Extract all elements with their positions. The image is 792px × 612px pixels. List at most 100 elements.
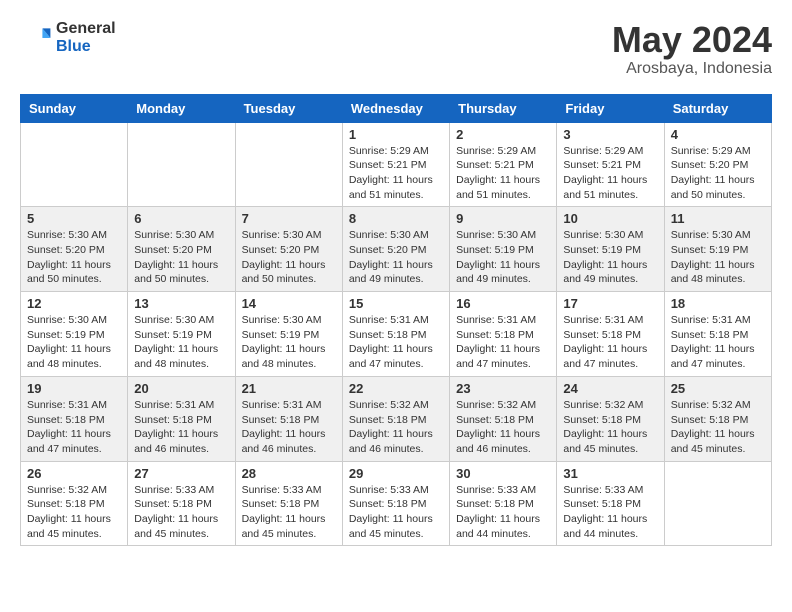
day-info: Sunrise: 5:30 AM Sunset: 5:20 PM Dayligh… — [349, 228, 443, 287]
calendar-cell — [664, 461, 771, 546]
calendar-cell: 15 Sunrise: 5:31 AM Sunset: 5:18 PM Dayl… — [342, 292, 449, 377]
calendar-cell: 22 Sunrise: 5:32 AM Sunset: 5:18 PM Dayl… — [342, 376, 449, 461]
sunset-text: Sunset: 5:18 PM — [27, 413, 121, 428]
day-number: 8 — [349, 211, 443, 226]
sunset-text: Sunset: 5:20 PM — [349, 243, 443, 258]
daylight-text: Daylight: 11 hours and 49 minutes. — [563, 258, 657, 287]
sunrise-text: Sunrise: 5:33 AM — [134, 483, 228, 498]
day-info: Sunrise: 5:31 AM Sunset: 5:18 PM Dayligh… — [27, 398, 121, 457]
daylight-text: Daylight: 11 hours and 50 minutes. — [671, 173, 765, 202]
weekday-header-wednesday: Wednesday — [342, 94, 449, 122]
calendar-cell: 6 Sunrise: 5:30 AM Sunset: 5:20 PM Dayli… — [128, 207, 235, 292]
day-info: Sunrise: 5:32 AM Sunset: 5:18 PM Dayligh… — [27, 483, 121, 542]
day-info: Sunrise: 5:31 AM Sunset: 5:18 PM Dayligh… — [671, 313, 765, 372]
day-info: Sunrise: 5:29 AM Sunset: 5:21 PM Dayligh… — [349, 144, 443, 203]
calendar-cell: 16 Sunrise: 5:31 AM Sunset: 5:18 PM Dayl… — [450, 292, 557, 377]
day-number: 30 — [456, 466, 550, 481]
daylight-text: Daylight: 11 hours and 46 minutes. — [134, 427, 228, 456]
calendar-cell — [21, 122, 128, 207]
sunset-text: Sunset: 5:19 PM — [563, 243, 657, 258]
calendar-cell: 29 Sunrise: 5:33 AM Sunset: 5:18 PM Dayl… — [342, 461, 449, 546]
day-info: Sunrise: 5:31 AM Sunset: 5:18 PM Dayligh… — [134, 398, 228, 457]
calendar-cell: 23 Sunrise: 5:32 AM Sunset: 5:18 PM Dayl… — [450, 376, 557, 461]
day-number: 11 — [671, 211, 765, 226]
day-number: 16 — [456, 296, 550, 311]
week-row-1: 1 Sunrise: 5:29 AM Sunset: 5:21 PM Dayli… — [21, 122, 772, 207]
daylight-text: Daylight: 11 hours and 45 minutes. — [671, 427, 765, 456]
calendar-cell: 9 Sunrise: 5:30 AM Sunset: 5:19 PM Dayli… — [450, 207, 557, 292]
calendar-cell: 19 Sunrise: 5:31 AM Sunset: 5:18 PM Dayl… — [21, 376, 128, 461]
daylight-text: Daylight: 11 hours and 47 minutes. — [349, 342, 443, 371]
day-info: Sunrise: 5:32 AM Sunset: 5:18 PM Dayligh… — [349, 398, 443, 457]
sunrise-text: Sunrise: 5:31 AM — [349, 313, 443, 328]
day-info: Sunrise: 5:30 AM Sunset: 5:19 PM Dayligh… — [27, 313, 121, 372]
calendar-cell — [128, 122, 235, 207]
week-row-2: 5 Sunrise: 5:30 AM Sunset: 5:20 PM Dayli… — [21, 207, 772, 292]
day-info: Sunrise: 5:32 AM Sunset: 5:18 PM Dayligh… — [671, 398, 765, 457]
sunrise-text: Sunrise: 5:30 AM — [456, 228, 550, 243]
sunrise-text: Sunrise: 5:29 AM — [456, 144, 550, 159]
logo: General Blue — [20, 20, 116, 55]
sunrise-text: Sunrise: 5:30 AM — [242, 313, 336, 328]
day-info: Sunrise: 5:31 AM Sunset: 5:18 PM Dayligh… — [242, 398, 336, 457]
sunset-text: Sunset: 5:18 PM — [349, 328, 443, 343]
logo-blue-text: Blue — [56, 38, 116, 56]
daylight-text: Daylight: 11 hours and 45 minutes. — [563, 427, 657, 456]
daylight-text: Daylight: 11 hours and 51 minutes. — [563, 173, 657, 202]
calendar-cell: 26 Sunrise: 5:32 AM Sunset: 5:18 PM Dayl… — [21, 461, 128, 546]
calendar-cell: 7 Sunrise: 5:30 AM Sunset: 5:20 PM Dayli… — [235, 207, 342, 292]
sunrise-text: Sunrise: 5:30 AM — [242, 228, 336, 243]
sunrise-text: Sunrise: 5:29 AM — [349, 144, 443, 159]
day-info: Sunrise: 5:30 AM Sunset: 5:19 PM Dayligh… — [456, 228, 550, 287]
calendar-cell: 25 Sunrise: 5:32 AM Sunset: 5:18 PM Dayl… — [664, 376, 771, 461]
day-number: 4 — [671, 127, 765, 142]
day-number: 28 — [242, 466, 336, 481]
calendar-cell: 27 Sunrise: 5:33 AM Sunset: 5:18 PM Dayl… — [128, 461, 235, 546]
logo-general-text: General — [56, 20, 116, 38]
day-info: Sunrise: 5:32 AM Sunset: 5:18 PM Dayligh… — [456, 398, 550, 457]
sunset-text: Sunset: 5:18 PM — [563, 413, 657, 428]
day-number: 29 — [349, 466, 443, 481]
calendar-cell: 20 Sunrise: 5:31 AM Sunset: 5:18 PM Dayl… — [128, 376, 235, 461]
calendar-cell: 1 Sunrise: 5:29 AM Sunset: 5:21 PM Dayli… — [342, 122, 449, 207]
sunset-text: Sunset: 5:21 PM — [349, 158, 443, 173]
sunset-text: Sunset: 5:19 PM — [242, 328, 336, 343]
sunset-text: Sunset: 5:19 PM — [671, 243, 765, 258]
day-info: Sunrise: 5:29 AM Sunset: 5:21 PM Dayligh… — [563, 144, 657, 203]
day-info: Sunrise: 5:30 AM Sunset: 5:19 PM Dayligh… — [563, 228, 657, 287]
sunset-text: Sunset: 5:18 PM — [671, 413, 765, 428]
daylight-text: Daylight: 11 hours and 48 minutes. — [671, 258, 765, 287]
daylight-text: Daylight: 11 hours and 45 minutes. — [242, 512, 336, 541]
day-number: 3 — [563, 127, 657, 142]
calendar-cell: 17 Sunrise: 5:31 AM Sunset: 5:18 PM Dayl… — [557, 292, 664, 377]
daylight-text: Daylight: 11 hours and 49 minutes. — [456, 258, 550, 287]
calendar-cell: 18 Sunrise: 5:31 AM Sunset: 5:18 PM Dayl… — [664, 292, 771, 377]
sunrise-text: Sunrise: 5:30 AM — [27, 228, 121, 243]
sunrise-text: Sunrise: 5:30 AM — [349, 228, 443, 243]
day-info: Sunrise: 5:30 AM Sunset: 5:20 PM Dayligh… — [27, 228, 121, 287]
daylight-text: Daylight: 11 hours and 50 minutes. — [134, 258, 228, 287]
sunrise-text: Sunrise: 5:33 AM — [242, 483, 336, 498]
sunrise-text: Sunrise: 5:30 AM — [671, 228, 765, 243]
day-info: Sunrise: 5:30 AM Sunset: 5:20 PM Dayligh… — [134, 228, 228, 287]
sunrise-text: Sunrise: 5:31 AM — [456, 313, 550, 328]
day-number: 20 — [134, 381, 228, 396]
day-number: 17 — [563, 296, 657, 311]
day-number: 21 — [242, 381, 336, 396]
sunrise-text: Sunrise: 5:32 AM — [563, 398, 657, 413]
day-info: Sunrise: 5:33 AM Sunset: 5:18 PM Dayligh… — [456, 483, 550, 542]
daylight-text: Daylight: 11 hours and 45 minutes. — [349, 512, 443, 541]
day-info: Sunrise: 5:30 AM Sunset: 5:19 PM Dayligh… — [134, 313, 228, 372]
sunset-text: Sunset: 5:18 PM — [349, 413, 443, 428]
day-info: Sunrise: 5:33 AM Sunset: 5:18 PM Dayligh… — [242, 483, 336, 542]
weekday-header-monday: Monday — [128, 94, 235, 122]
sunset-text: Sunset: 5:19 PM — [27, 328, 121, 343]
sunrise-text: Sunrise: 5:31 AM — [134, 398, 228, 413]
day-number: 9 — [456, 211, 550, 226]
weekday-header-thursday: Thursday — [450, 94, 557, 122]
daylight-text: Daylight: 11 hours and 44 minutes. — [456, 512, 550, 541]
day-number: 7 — [242, 211, 336, 226]
calendar-cell: 14 Sunrise: 5:30 AM Sunset: 5:19 PM Dayl… — [235, 292, 342, 377]
sunset-text: Sunset: 5:18 PM — [563, 328, 657, 343]
sunrise-text: Sunrise: 5:32 AM — [671, 398, 765, 413]
